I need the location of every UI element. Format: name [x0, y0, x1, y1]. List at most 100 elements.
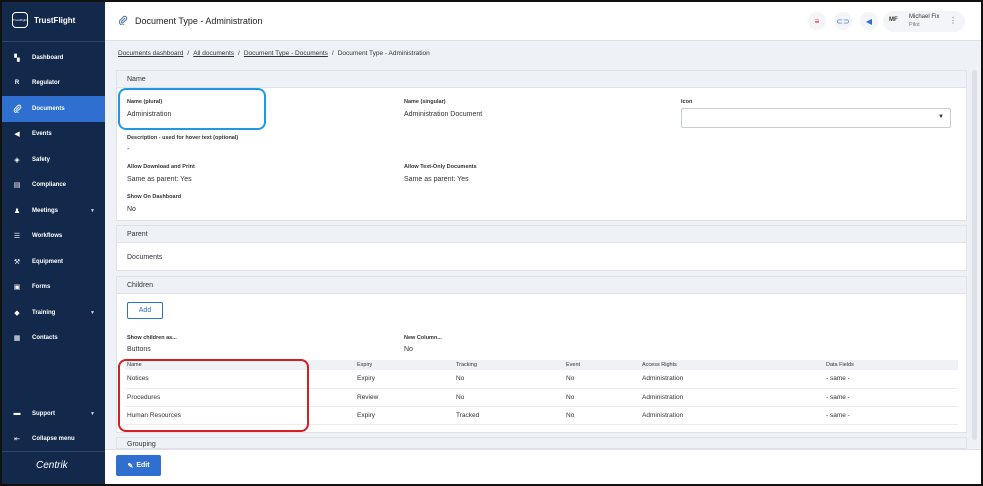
new-column-value: No	[404, 346, 413, 353]
cell-expiry: Review	[355, 388, 454, 407]
sidebar-item-label: Contacts	[32, 335, 58, 342]
cell-data-fields: - same -	[824, 406, 958, 425]
cell-data-fields: - same -	[824, 388, 958, 407]
sidebar-nav: ▚ Dashboard R Regulator Documents ◀ Even…	[2, 45, 105, 351]
column-header: Expiry	[355, 360, 454, 370]
collapse-icon: ⇤	[14, 436, 20, 444]
cell-tracking: Tracked	[454, 406, 564, 425]
show-dashboard-label: Show On Dashboard	[127, 194, 182, 200]
scrollbar[interactable]	[972, 70, 977, 440]
cell-data-fields: - same -	[824, 370, 958, 389]
shield-icon: ◈	[14, 156, 20, 164]
clipboard-icon: ▤	[13, 182, 21, 190]
download-print-value: Same as parent: Yes	[127, 176, 192, 183]
sidebar-item-label: Regulator	[32, 80, 61, 87]
sidebar-item-support[interactable]: ▬ Support ▼	[2, 401, 105, 427]
name-singular-label: Name (singular)	[404, 99, 446, 105]
breadcrumb-link[interactable]: Documents dashboard	[118, 50, 183, 57]
megaphone-icon-button[interactable]: ◀	[860, 12, 878, 30]
sidebar-item-label: Compliance	[32, 182, 67, 189]
description-value: -	[127, 146, 130, 153]
new-column-label: New Column...	[404, 335, 442, 341]
edit-button[interactable]: ✎ Edit	[116, 455, 161, 476]
sidebar-item-meetings[interactable]: ♟ Meetings ▼	[2, 198, 105, 224]
chevron-down-icon: ▼	[90, 410, 95, 417]
description-label: Description - used for hover text (optio…	[127, 135, 239, 141]
cell-event: No	[564, 370, 640, 389]
regulator-icon: R	[14, 80, 20, 87]
sidebar-item-label: Workflows	[32, 233, 63, 240]
text-only-value: Same as parent: Yes	[404, 176, 469, 183]
cell-access-rights: Administration	[640, 370, 824, 389]
panel-title: Parent	[117, 226, 966, 243]
show-children-value: Buttons	[127, 346, 151, 353]
panel-title: Grouping	[117, 438, 966, 448]
sidebar-item-compliance[interactable]: ▤ Compliance	[2, 173, 105, 199]
chevron-down-icon: ▼	[90, 309, 95, 316]
sidebar-bottom: ▬ Support ▼ ⇤ Collapse menu	[2, 401, 105, 452]
page-title: Document Type - Administration	[135, 16, 263, 26]
breadcrumb-current: Document Type - Administration	[337, 50, 430, 57]
add-child-button[interactable]: Add	[127, 302, 163, 319]
user-menu[interactable]: MF Michael Fix Pilot ⋮	[883, 11, 965, 32]
paperclip-icon	[118, 15, 128, 27]
collapse-menu-button[interactable]: ⇤ Collapse menu	[2, 427, 105, 453]
sidebar-item-label: Events	[32, 131, 52, 138]
stack-icon-button[interactable]: ≡	[808, 12, 826, 30]
icon-select[interactable]: ▼	[681, 108, 951, 128]
paperclip-icon	[12, 104, 22, 114]
sidebar-item-equipment[interactable]: ⚒ Equipment	[2, 249, 105, 275]
chevron-down-icon: ▼	[90, 207, 95, 214]
panel-title: Name	[117, 71, 966, 88]
sidebar-item-label: Support	[32, 410, 55, 417]
cell-event: No	[564, 406, 640, 425]
breadcrumb-link[interactable]: All documents	[193, 50, 234, 57]
icon-label: Icon	[681, 99, 693, 105]
cell-access-rights: Administration	[640, 388, 824, 407]
top-header: Document Type - Administration ≡ ⊂⊃ ◀ MF…	[105, 2, 981, 41]
brand[interactable]: TrustFlight TrustFlight	[12, 12, 75, 28]
highlight-box-blue	[118, 88, 266, 130]
graduation-cap-icon: ◆	[14, 309, 20, 317]
sidebar-item-regulator[interactable]: R Regulator	[2, 71, 105, 97]
collapse-menu-label: Collapse menu	[32, 436, 75, 443]
cell-tracking: No	[454, 370, 564, 389]
highlight-box-red	[118, 359, 309, 432]
sidebar-item-training[interactable]: ◆ Training ▼	[2, 300, 105, 326]
sidebar: TrustFlight TrustFlight ▚ Dashboard R Re…	[2, 2, 105, 484]
cell-tracking: No	[454, 388, 564, 407]
sidebar-item-safety[interactable]: ◈ Safety	[2, 147, 105, 173]
download-print-label: Allow Download and Print	[127, 164, 195, 170]
cell-expiry: Expiry	[355, 370, 454, 389]
sidebar-item-forms[interactable]: ▣ Forms	[2, 275, 105, 301]
sidebar-item-events[interactable]: ◀ Events	[2, 122, 105, 148]
panel-title: Children	[117, 277, 966, 294]
more-vertical-icon[interactable]: ⋮	[949, 16, 957, 25]
workflows-icon: ☰	[13, 233, 21, 241]
meetings-icon: ♟	[13, 207, 21, 215]
sidebar-item-label: Safety	[32, 156, 51, 163]
breadcrumb: Documents dashboard / All documents / Docume…	[118, 50, 430, 57]
show-dashboard-value: No	[127, 206, 136, 213]
sidebar-item-contacts[interactable]: ▦ Contacts	[2, 326, 105, 352]
avatar: MF	[889, 17, 898, 23]
megaphone-icon: ◀	[865, 16, 873, 26]
sidebar-item-label: Equipment	[32, 258, 63, 265]
sidebar-item-workflows[interactable]: ☰ Workflows	[2, 224, 105, 250]
sidebar-item-documents[interactable]: Documents	[2, 96, 105, 122]
link-icon-button[interactable]: ⊂⊃	[834, 12, 852, 30]
wrench-icon: ⚒	[13, 258, 21, 266]
text-only-label: Allow Text-Only Documents	[404, 164, 477, 170]
name-singular-value: Administration Document	[404, 111, 483, 118]
sidebar-item-label: Dashboard	[32, 54, 64, 61]
breadcrumb-link[interactable]: Document Type - Documents	[244, 50, 328, 57]
sidebar-divider	[2, 451, 105, 452]
column-header: Event	[564, 360, 640, 370]
footer-bar	[105, 449, 981, 484]
brand-name: TrustFlight	[34, 15, 76, 25]
chevron-down-icon: ▼	[938, 114, 944, 120]
dashboard-icon: ▚	[14, 54, 20, 62]
brand-logo: TrustFlight	[12, 12, 28, 28]
sidebar-divider	[2, 41, 105, 42]
sidebar-item-dashboard[interactable]: ▚ Dashboard	[2, 45, 105, 71]
